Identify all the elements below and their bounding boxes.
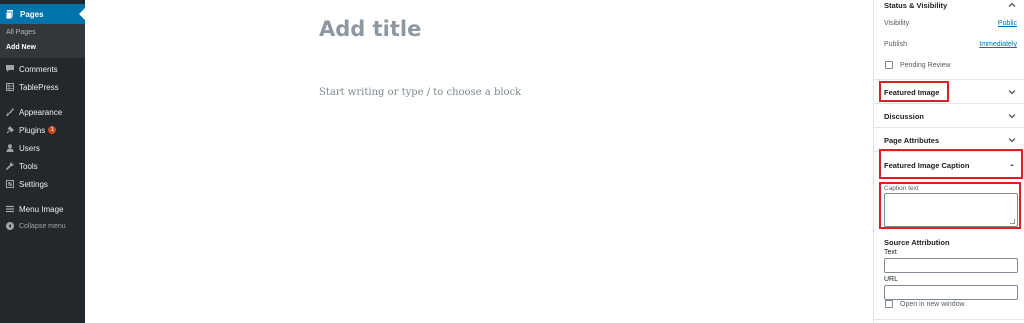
source-attribution-title: Source Attribution [884,238,950,247]
menu-icon [6,205,14,213]
sidebar-item-label: Appearance [19,107,63,117]
sidebar-item-label: Comments [19,64,58,74]
highlight-caption-field [879,182,1021,229]
sidebar-item-label: TablePress [19,82,59,92]
source-text-input[interactable] [884,258,1018,273]
chevron-down-icon[interactable] [1007,111,1017,121]
pages-submenu: All Pages Add New [0,24,85,58]
block-editor-canvas: Add title Start writing or type / to cho… [85,0,873,323]
discussion-section[interactable]: Discussion [874,104,1024,128]
default-block-appender[interactable]: Start writing or type / to choose a bloc… [319,87,521,98]
wrench-icon [6,162,14,170]
sidebar-item-label: Tools [19,161,38,171]
highlight-caption-header [879,149,1023,179]
settings-icon [6,180,14,188]
table-icon [6,83,14,91]
collapse-icon [6,222,14,230]
post-title-input[interactable]: Add title [319,17,421,41]
collapse-menu-button[interactable]: Collapse menu [0,217,85,235]
visibility-toggle[interactable]: Public [998,20,1017,27]
chevron-down-icon[interactable] [1007,135,1017,145]
publish-date-toggle[interactable]: Immediately [979,41,1017,48]
user-icon [6,144,14,152]
sidebar-item-label: Plugins [19,125,46,135]
source-url-input[interactable] [884,285,1018,300]
open-new-window-label: Open in new window [900,301,965,308]
pending-review-label: Pending Review [900,62,951,69]
submenu-add-new[interactable]: Add New [6,44,36,51]
pending-review-checkbox[interactable] [885,61,893,69]
chevron-down-icon[interactable] [1007,87,1017,97]
sidebar-item-users[interactable]: Users [0,139,85,157]
document-settings-panel: Status & Visibility Visibility Public Pu… [873,0,1024,323]
brush-icon [6,108,14,116]
open-new-window-checkbox[interactable] [885,300,893,308]
sidebar-item-label: Pages [20,9,44,19]
sidebar-item-pages[interactable]: Pages [0,4,85,24]
pages-icon [6,10,14,19]
sidebar-item-appearance[interactable]: Appearance [0,103,85,121]
publish-label: Publish [884,41,907,48]
sidebar-item-label: Settings [19,179,48,189]
sidebar-item-plugins[interactable]: Plugins 1 [0,121,85,139]
sidebar-item-label: Users [19,143,40,153]
sidebar-item-comments[interactable]: Comments [0,60,85,78]
comments-icon [6,65,14,73]
source-text-label: Text [884,249,897,256]
sidebar-item-tablepress[interactable]: TablePress [0,78,85,96]
plugin-icon [6,126,14,134]
page-attributes-title[interactable]: Page Attributes [884,136,939,145]
source-url-label: URL [884,276,899,283]
visibility-label: Visibility [884,20,910,27]
sidebar-item-settings[interactable]: Settings [0,175,85,193]
submenu-all-pages[interactable]: All Pages [6,29,36,36]
status-visibility-section: Status & Visibility Visibility Public Pu… [874,0,1024,80]
sidebar-item-label: Collapse menu [19,222,66,230]
plugins-update-badge: 1 [48,126,57,134]
admin-sidebar: Pages All Pages Add New Comments TablePr… [0,0,85,323]
sidebar-item-tools[interactable]: Tools [0,157,85,175]
sidebar-item-menu-image[interactable]: Menu Image [0,200,85,218]
sidebar-item-label: Menu Image [19,204,64,214]
discussion-title[interactable]: Discussion [884,112,924,121]
status-visibility-title[interactable]: Status & Visibility [884,1,947,10]
chevron-up-icon[interactable] [1007,0,1017,10]
highlight-featured-image [879,81,949,102]
